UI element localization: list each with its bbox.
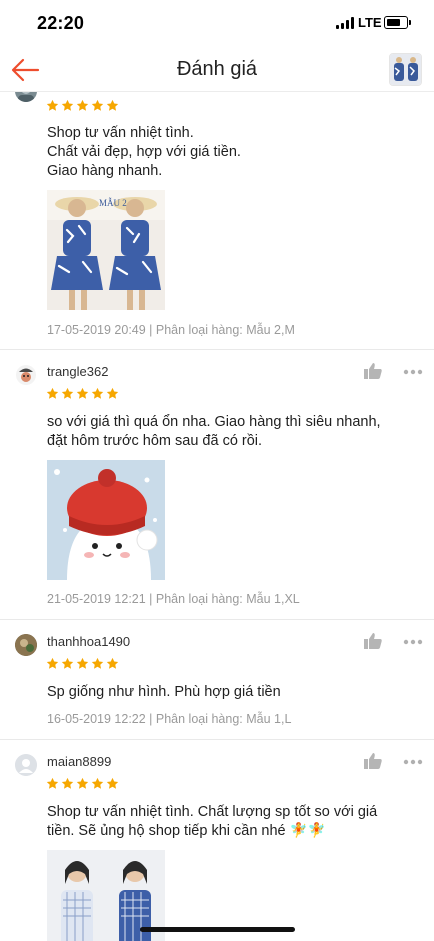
review-text: Shop tư vấn nhiệt tình. Chất lượng sp tố… [47,804,378,839]
username: thanhhoa1490 [47,634,131,649]
avatar[interactable] [15,754,37,776]
star-icon [91,657,104,669]
star-icon [76,657,89,669]
review-meta: 17-05-2019 20:49 | Phân loại hàng: Mẫu 2… [47,323,295,337]
status-bar: 22:20 LTE [0,0,434,48]
star-icon [46,387,59,399]
rating-stars [46,777,119,790]
star-icon [76,777,89,789]
star-icon [61,387,74,399]
star-icon [61,777,74,789]
review-item: thanhhoa1490 Sp giống như hình. Phù hợp … [0,620,434,740]
photo-label: MẪU 2 [99,198,127,208]
avatar[interactable] [15,364,37,386]
star-icon [76,99,89,111]
review-photo[interactable] [47,460,165,580]
product-thumbnail[interactable] [389,53,422,86]
star-icon [106,387,119,399]
username: trangle362 [47,364,109,379]
review-item: Shop tư vấn nhiệt tình. Chất vải đẹp, hợ… [0,92,434,350]
thumbs-up-icon[interactable] [364,633,382,649]
rating-stars [46,99,119,112]
review-photo[interactable]: MẪU 2 [47,190,165,310]
review-list[interactable]: Shop tư vấn nhiệt tình. Chất vải đẹp, hợ… [0,92,434,941]
review-item: trangle362 so với giá thì quá ổn nha. Gi… [0,350,434,620]
more-options-icon[interactable] [403,639,423,645]
star-icon [61,99,74,111]
thumbs-up-icon[interactable] [364,753,382,769]
rating-stars [46,657,119,670]
status-time: 22:20 [37,13,85,33]
review-meta: 21-05-2019 12:21 | Phân loại hàng: Mẫu 1… [47,592,300,606]
more-options-icon[interactable] [403,759,423,765]
star-icon [106,99,119,111]
thumbs-up-icon[interactable] [364,363,382,379]
home-indicator[interactable] [140,927,295,932]
star-icon [91,99,104,111]
star-icon [46,99,59,111]
nav-bar: Đánh giá [0,48,434,92]
avatar[interactable] [15,92,37,102]
review-text: Sp giống như hình. Phù hợp giá tiền [47,684,281,700]
star-icon [46,777,59,789]
avatar[interactable] [15,634,37,656]
review-meta: 16-05-2019 12:22 | Phân loại hàng: Mẫu 1… [47,712,292,726]
review-text: so với giá thì quá ổn nha. Giao hàng thì… [47,414,381,449]
battery-icon [384,16,408,29]
star-icon [46,657,59,669]
review-text: Shop tư vấn nhiệt tình. Chất vải đẹp, hợ… [47,125,241,179]
star-icon [91,777,104,789]
cellular-signal-icon [336,17,356,29]
star-icon [106,657,119,669]
page-title: Đánh giá [176,58,258,80]
star-icon [76,387,89,399]
star-icon [106,777,119,789]
star-icon [91,387,104,399]
username: maian8899 [47,754,112,769]
more-options-icon[interactable] [403,369,423,375]
rating-stars [46,387,119,400]
star-icon [61,657,74,669]
review-item: maian8899 Shop tư vấn nhiệt tình. Chất l… [0,740,434,941]
network-type: LTE [358,15,382,30]
